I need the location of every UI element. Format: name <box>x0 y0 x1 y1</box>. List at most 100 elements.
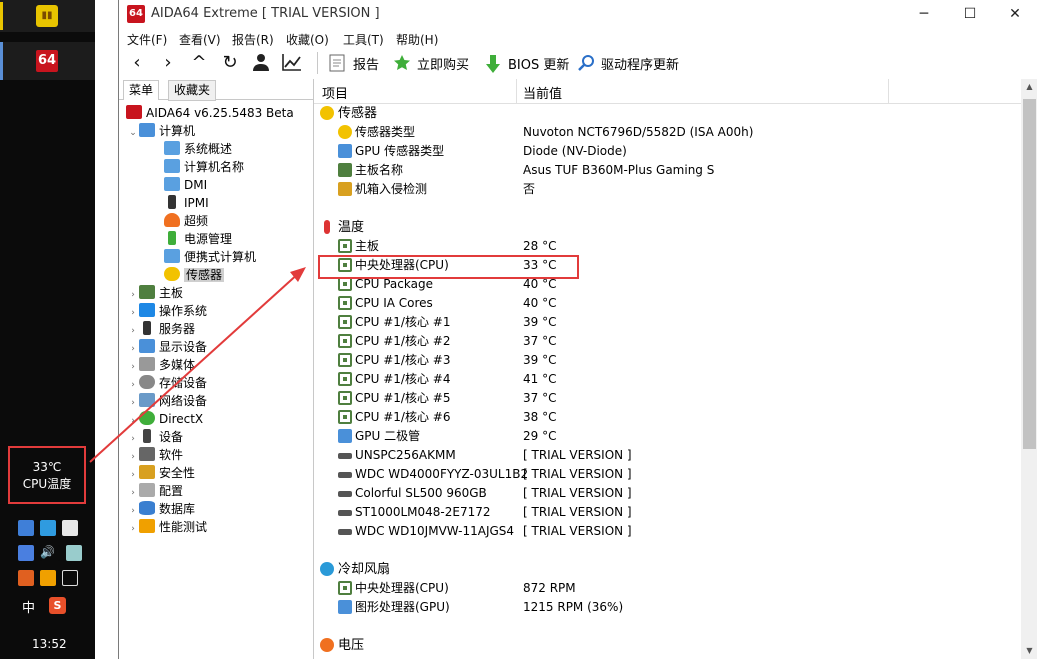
up-icon[interactable]: ^ <box>188 52 210 74</box>
folder-app-icon[interactable] <box>18 570 34 586</box>
data-row[interactable]: CPU #1/核心 #1 39 °C <box>314 313 1021 332</box>
menu-report[interactable]: 报告(R) <box>232 31 274 48</box>
data-row[interactable]: 传感器类型 Nuvoton NCT6796D/5582D (ISA A00h) <box>314 123 1021 142</box>
network-app-icon[interactable] <box>18 520 34 536</box>
tree-root[interactable]: AIDA64 v6.25.5483 Beta <box>126 104 294 122</box>
refresh-icon[interactable]: ↻ <box>219 52 241 74</box>
tab-menu[interactable]: 菜单 <box>123 80 160 100</box>
data-row[interactable]: 主板名称 Asus TUF B360M-Plus Gaming S <box>314 161 1021 180</box>
tree-item-sensor[interactable]: 传感器 <box>164 266 225 284</box>
data-row[interactable]: CPU #1/核心 #4 41 °C <box>314 370 1021 389</box>
forward-icon[interactable]: › <box>157 52 179 74</box>
tree-item-benchmark[interactable]: › 性能测试 <box>127 518 207 536</box>
scroll-up-icon[interactable]: ▲ <box>1021 79 1037 95</box>
k-app-icon[interactable] <box>40 520 56 536</box>
scroll-down-icon[interactable]: ▼ <box>1021 643 1037 659</box>
tree-item-storage[interactable]: › 存储设备 <box>127 374 207 392</box>
tree-item-overclock[interactable]: 超频 <box>164 212 208 230</box>
data-row[interactable]: 主板 28 °C <box>314 237 1021 256</box>
menu-help[interactable]: 帮助(H) <box>396 31 438 48</box>
aida64-icon: 64 <box>36 50 58 72</box>
tree-item-motherboard[interactable]: › 主板 <box>127 284 183 302</box>
title-bar[interactable]: 64 AIDA64 Extreme [ TRIAL VERSION ] ─ ☐ … <box>119 0 1037 30</box>
cpu-temp-widget[interactable]: 33℃ CPU温度 <box>8 446 86 504</box>
data-row[interactable]: 机箱入侵检测否 <box>314 180 1021 199</box>
qq-icon[interactable] <box>62 520 78 536</box>
gpu-icon <box>338 429 352 443</box>
data-row[interactable]: Colorful SL500 960GB[ TRIAL VERSION ] <box>314 484 1021 503</box>
data-row[interactable]: CPU #1/核心 #6 38 °C <box>314 408 1021 427</box>
data-row[interactable]: WDC WD4000FYYZ-03UL1B2[ TRIAL VERSION ] <box>314 465 1021 484</box>
security-shield-icon[interactable] <box>40 570 56 586</box>
expand-icon[interactable]: › <box>127 520 139 538</box>
app-icon[interactable]: 64 <box>127 5 145 23</box>
data-row[interactable]: GPU 二极管 29 °C <box>314 427 1021 446</box>
menu-favorites[interactable]: 收藏(O) <box>286 31 329 48</box>
tree-item-network[interactable]: › 网络设备 <box>127 392 207 410</box>
buy-now-button[interactable]: 立即购买 <box>393 52 469 74</box>
tree-item-security[interactable]: › 安全性 <box>127 464 195 482</box>
tree-item-config[interactable]: › 配置 <box>127 482 183 500</box>
minimize-button[interactable]: ─ <box>901 0 947 30</box>
user-icon[interactable] <box>251 52 271 74</box>
tree-item-server[interactable]: › 服务器 <box>127 320 195 338</box>
back-icon[interactable]: ‹ <box>126 52 148 74</box>
mail-icon[interactable] <box>18 545 34 561</box>
maximize-button[interactable]: ☐ <box>947 0 993 30</box>
display-tray-icon[interactable] <box>62 570 78 586</box>
data-row[interactable]: CPU #1/核心 #3 39 °C <box>314 351 1021 370</box>
vertical-scrollbar[interactable]: ▲ ▼ <box>1021 79 1037 659</box>
taskbar-app-aida-sensor[interactable]: ▮▮ <box>0 0 95 32</box>
close-button[interactable]: ✕ <box>992 0 1037 30</box>
tree-item-computer[interactable]: ⌄ 计算机 <box>127 122 195 140</box>
tab-favorites[interactable]: 收藏夹 <box>168 80 217 101</box>
clock[interactable]: 13:52 <box>32 637 67 651</box>
column-value[interactable]: 当前值 <box>523 83 562 102</box>
collapse-icon[interactable]: ⌄ <box>127 124 139 142</box>
data-row[interactable]: 图形处理器(GPU) 1215 RPM (36%) <box>314 598 1021 617</box>
tree-item-portable[interactable]: 便携式计算机 <box>164 248 256 266</box>
menu-file[interactable]: 文件(F) <box>127 31 167 48</box>
data-row[interactable]: UNSPC256AKMM[ TRIAL VERSION ] <box>314 446 1021 465</box>
volume-icon[interactable]: 🔊 <box>40 545 60 561</box>
data-row[interactable]: WDC WD10JMVW-11AJGS4[ TRIAL VERSION ] <box>314 522 1021 541</box>
taskbar-app-aida64[interactable]: 64 <box>0 42 95 80</box>
tree-item-devices[interactable]: › 设备 <box>127 428 183 446</box>
input-language[interactable]: 中 <box>22 597 35 616</box>
tree-item-multimedia[interactable]: › 多媒体 <box>127 356 195 374</box>
data-row[interactable]: 中央处理器(CPU) 872 RPM <box>314 579 1021 598</box>
data-row[interactable]: CPU #1/核心 #2 37 °C <box>314 332 1021 351</box>
tree-item-display[interactable]: › 显示设备 <box>127 338 207 356</box>
section-temperature[interactable]: 温度 <box>314 218 1021 237</box>
tree-item-os[interactable]: › 操作系统 <box>127 302 207 320</box>
tree-item-directx[interactable]: › DirectX <box>127 410 203 428</box>
aida64-window: 64 AIDA64 Extreme [ TRIAL VERSION ] ─ ☐ … <box>118 0 1037 659</box>
data-row[interactable]: CPU IA Cores 40 °C <box>314 294 1021 313</box>
data-row[interactable]: CPU #1/核心 #5 37 °C <box>314 389 1021 408</box>
section-voltage[interactable]: 电压 <box>314 636 1021 655</box>
tree-item-ipmi[interactable]: IPMI <box>164 194 209 212</box>
sogou-ime-icon[interactable]: S <box>49 597 66 614</box>
chart-icon[interactable] <box>281 52 303 74</box>
column-item[interactable]: 项目 <box>322 83 348 102</box>
cpu-temp-value: 33℃ <box>32 460 62 474</box>
section-fan[interactable]: 冷却风扇 <box>314 560 1021 579</box>
column-divider[interactable] <box>888 79 889 103</box>
tree-item-dmi[interactable]: DMI <box>164 176 207 194</box>
scroll-thumb[interactable] <box>1023 99 1036 449</box>
report-button[interactable]: 报告 <box>329 52 379 74</box>
tree-item-computer-name[interactable]: 计算机名称 <box>164 158 244 176</box>
tree-item-software[interactable]: › 软件 <box>127 446 183 464</box>
bios-update-button[interactable]: BIOS 更新 <box>484 52 569 74</box>
menu-view[interactable]: 查看(V) <box>179 31 221 48</box>
tree-item-power[interactable]: 电源管理 <box>164 230 232 248</box>
data-row[interactable]: ST1000LM048-2E7172[ TRIAL VERSION ] <box>314 503 1021 522</box>
user-tray-icon[interactable] <box>66 545 82 561</box>
menu-tools[interactable]: 工具(T) <box>343 31 384 48</box>
section-sensor[interactable]: 传感器 <box>314 104 1021 123</box>
column-divider[interactable] <box>516 79 517 103</box>
driver-update-button[interactable]: 驱动程序更新 <box>577 52 679 74</box>
data-row[interactable]: GPU 传感器类型 Diode (NV-Diode) <box>314 142 1021 161</box>
tree-item-summary[interactable]: 系统概述 <box>164 140 232 158</box>
tree-item-database[interactable]: › 数据库 <box>127 500 195 518</box>
